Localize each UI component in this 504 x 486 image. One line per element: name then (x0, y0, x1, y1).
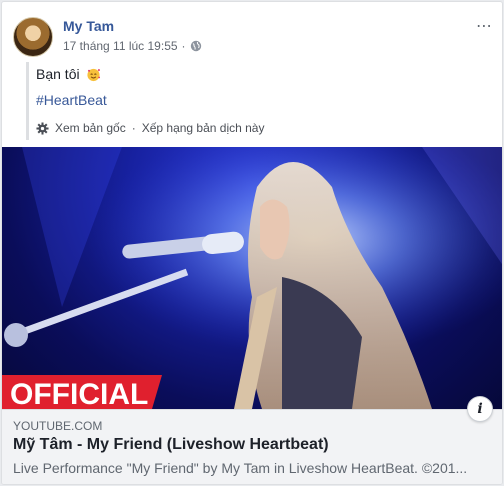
separator-dot: · (131, 121, 136, 135)
hashtag-link[interactable]: #HeartBeat (36, 88, 486, 112)
author-avatar[interactable] (13, 17, 53, 57)
link-preview[interactable]: i YOUTUBE.COM Mỹ Tâm - My Friend (Livesh… (2, 396, 502, 484)
gear-icon[interactable] (36, 121, 49, 135)
post-meta: 17 tháng 11 lúc 19:55 · (63, 39, 202, 53)
author-name[interactable]: My Tam (63, 18, 114, 34)
post-text-content: Bạn tôi (36, 66, 80, 82)
post-content: Bạn tôi #HeartBeat Xem bản gốc · Xếp hạn… (26, 62, 486, 140)
post-text: Bạn tôi (36, 62, 486, 86)
info-icon[interactable]: i (467, 396, 493, 422)
see-original-link[interactable]: Xem bản gốc (55, 121, 126, 135)
video-thumbnail[interactable]: OFFICIAL (2, 147, 502, 409)
smiling-face-with-hearts-icon (87, 68, 100, 81)
concert-photo: OFFICIAL (2, 147, 502, 409)
link-description: Live Performance "My Friend" by My Tam i… (13, 460, 468, 476)
more-options-icon[interactable]: ⋯ (476, 16, 493, 36)
separator-dot: · (181, 39, 186, 53)
post-timestamp[interactable]: 17 tháng 11 lúc 19:55 (63, 39, 178, 53)
translation-bar: Xem bản gốc · Xếp hạng bản dịch này (36, 116, 486, 140)
link-domain: YOUTUBE.COM (13, 419, 103, 433)
official-badge-text: OFFICIAL (10, 378, 148, 409)
globe-icon (190, 40, 201, 52)
feed-post-card: My Tam 17 tháng 11 lúc 19:55 · ⋯ Bạn tôi… (1, 1, 503, 485)
rate-translation-link[interactable]: Xếp hạng bản dịch này (142, 121, 265, 135)
link-title[interactable]: Mỹ Tâm - My Friend (Liveshow Heartbeat) (13, 436, 329, 454)
post-header: My Tam 17 tháng 11 lúc 19:55 · ⋯ (13, 14, 493, 58)
